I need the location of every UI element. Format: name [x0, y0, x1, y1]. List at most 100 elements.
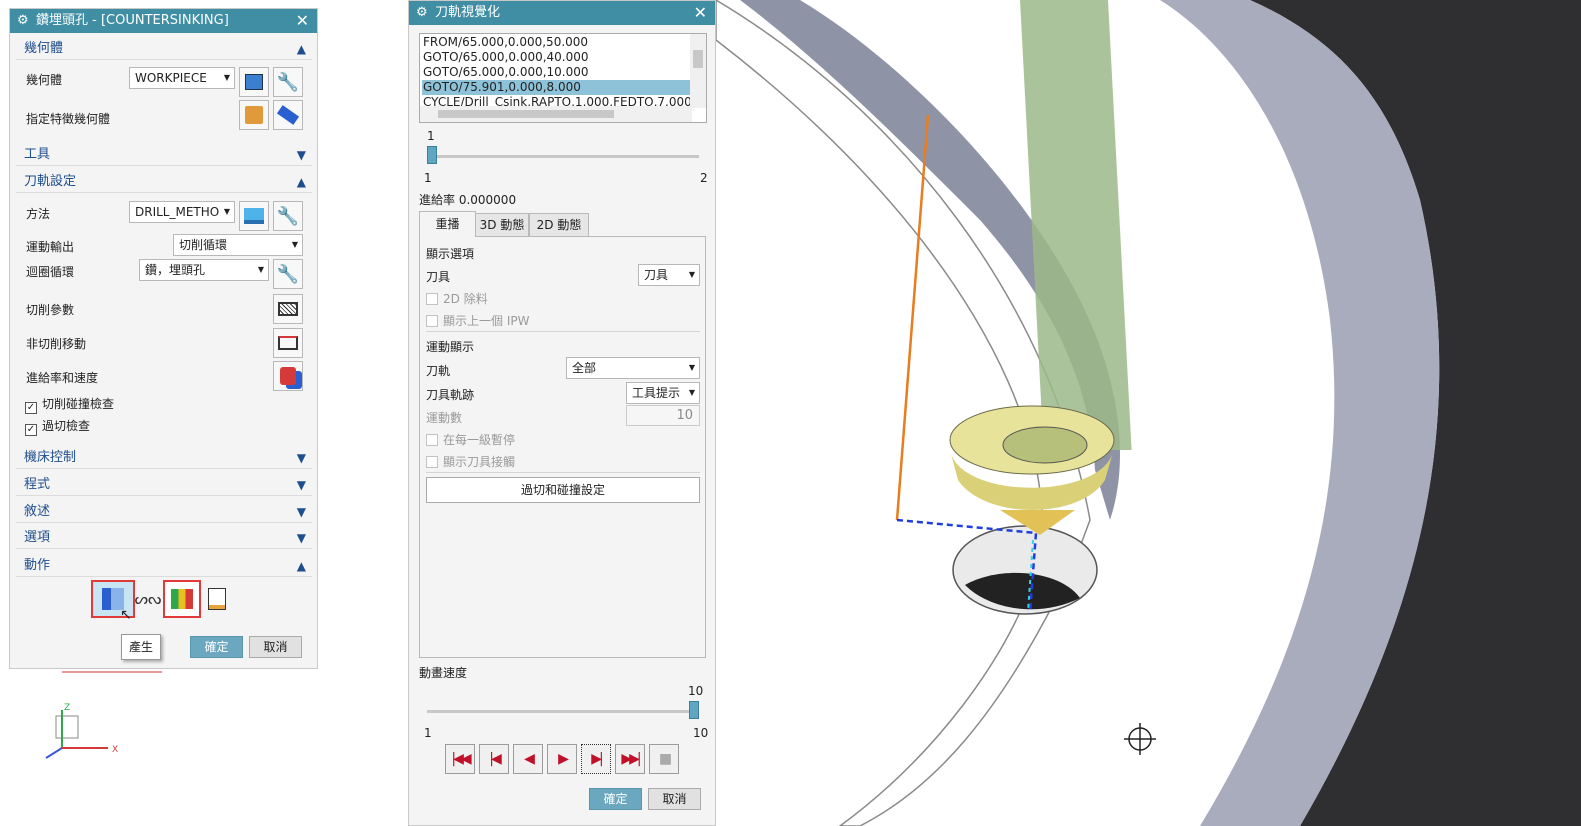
horizontal-scrollbar[interactable] — [420, 106, 692, 122]
tool-display-value: 刀具 — [644, 268, 669, 282]
chevron-up-icon: ▲ — [296, 175, 306, 189]
section-label: 工具 — [24, 147, 51, 162]
section-program[interactable]: 程式 ▼ — [16, 474, 312, 496]
stop-button[interactable]: ■ — [649, 744, 679, 774]
section-tool[interactable]: 工具 ▼ — [16, 144, 312, 166]
position-slider-thumb[interactable] — [427, 146, 437, 164]
scrollbar-thumb[interactable] — [438, 110, 614, 118]
toolpath-line[interactable]: GOTO/65.000,0.000,40.000 — [422, 50, 690, 65]
play-button[interactable]: ▶ — [547, 744, 577, 774]
vertical-scrollbar[interactable] — [690, 34, 706, 108]
toolpath-line[interactable]: FROM/65.000,0.000,50.000 — [422, 35, 690, 50]
animation-speed-heading: 動畫速度 — [419, 666, 468, 680]
scrollbar-thumb[interactable] — [693, 50, 703, 68]
wrench-icon: 🔧 — [276, 205, 300, 227]
tab-3d-dynamic[interactable]: 3D 動態 — [475, 213, 529, 237]
section-options[interactable]: 選項 ▼ — [16, 527, 312, 549]
checkbox-label: 切削碰撞檢查 — [42, 397, 115, 411]
edit-geometry-button[interactable]: 🔧 — [273, 67, 303, 97]
section-label: 選項 — [24, 530, 51, 545]
flashlight-icon — [276, 105, 300, 125]
collision-check-checkbox[interactable]: ✓ 切削碰撞檢查 — [25, 395, 114, 414]
tab-replay[interactable]: 重播 — [419, 211, 476, 237]
tool-trace-value: 工具提示 — [632, 386, 681, 400]
cancel-button[interactable]: 取消 — [249, 636, 302, 658]
dropdown-arrow-icon: ▼ — [257, 265, 264, 274]
motion-count-field[interactable]: 10 — [626, 405, 700, 426]
dialog-title: 刀軌視覺化 — [435, 5, 501, 20]
checkbox-unchecked-icon — [426, 293, 438, 305]
close-icon[interactable]: ✕ — [296, 9, 309, 33]
section-label: 刀軌設定 — [24, 174, 77, 189]
tool-trace-dropdown[interactable]: 工具提示 ▼ — [626, 382, 700, 404]
go-to-end-button[interactable]: ▶▶| — [615, 744, 645, 774]
replay-icon: ᔕᔓ — [134, 590, 162, 608]
list-button[interactable] — [203, 585, 231, 613]
gouge-collision-settings-button[interactable]: 過切和碰撞設定 — [426, 477, 700, 503]
section-label: 程式 — [24, 477, 51, 492]
play-reverse-button[interactable]: ◀ — [513, 744, 543, 774]
feeds-speeds-icon — [280, 367, 296, 385]
ok-button[interactable]: 確定 — [190, 636, 243, 658]
checkbox-unchecked-icon — [426, 456, 438, 468]
speed-max: 10 — [693, 726, 709, 740]
skip-to-start-icon: |◀◀ — [451, 751, 471, 767]
2d-material-removal-checkbox[interactable]: 2D 除料 — [426, 290, 488, 307]
motion-output-value: 切削循環 — [179, 238, 228, 252]
mouse-cursor-icon: ↖ — [120, 607, 132, 623]
pause-each-step-checkbox[interactable]: 在每一級暫停 — [426, 431, 515, 448]
replay-button[interactable]: ᔕᔓ — [134, 585, 162, 613]
method-dropdown[interactable]: DRILL_METHO ▼ — [129, 201, 235, 223]
toolpath-listbox[interactable]: FROM/65.000,0.000,50.000 GOTO/65.000,0.00… — [419, 33, 707, 123]
svg-text:X: X — [112, 745, 118, 755]
feature-geometry-label: 指定特徵幾何體 — [26, 112, 111, 126]
section-machine-control[interactable]: 機床控制 ▼ — [16, 447, 312, 469]
method-label: 方法 — [26, 207, 51, 221]
show-previous-ipw-checkbox[interactable]: 顯示上一個 IPW — [426, 312, 529, 329]
checkbox-label: 在每一級暫停 — [443, 433, 516, 447]
edit-method-button[interactable]: 🔧 — [273, 201, 303, 231]
go-to-start-button[interactable]: |◀◀ — [445, 744, 475, 774]
section-actions[interactable]: 動作 ▲ — [16, 555, 312, 577]
toolpath-lines: FROM/65.000,0.000,50.000 GOTO/65.000,0.00… — [422, 35, 690, 110]
edit-cycle-button[interactable]: 🔧 — [273, 259, 303, 289]
speed-slider-track[interactable] — [427, 710, 699, 713]
verify-button[interactable] — [163, 580, 201, 618]
gouge-check-checkbox[interactable]: ✓ 過切檢查 — [25, 417, 90, 436]
display-geometry-button[interactable] — [239, 67, 269, 97]
step-forward-button[interactable]: ▶| — [581, 744, 611, 774]
toolpath-line[interactable]: GOTO/65.000,0.000,10.000 — [422, 65, 690, 80]
speed-slider-thumb[interactable] — [689, 701, 699, 719]
skip-to-end-icon: ▶▶| — [621, 751, 641, 767]
stop-icon: ■ — [658, 751, 672, 767]
close-icon[interactable]: ✕ — [694, 1, 707, 25]
specify-feature-button[interactable] — [239, 100, 269, 130]
speed-current-value: 10 — [688, 684, 704, 698]
non-cutting-button[interactable] — [273, 328, 303, 358]
motion-output-dropdown[interactable]: 切削循環 ▼ — [173, 234, 303, 256]
cut-params-button[interactable] — [273, 294, 303, 324]
display-feature-button[interactable] — [273, 100, 303, 130]
cancel-button[interactable]: 取消 — [648, 788, 701, 810]
cycle-dropdown[interactable]: 鑽，埋頭孔 ▼ — [139, 259, 269, 281]
tab-2d-dynamic[interactable]: 2D 動態 — [529, 213, 589, 237]
step-back-button[interactable]: |◀ — [479, 744, 509, 774]
new-method-button[interactable] — [239, 201, 269, 231]
tool-display-dropdown[interactable]: 刀具 ▼ — [638, 264, 700, 286]
chevron-down-icon: ▼ — [296, 531, 306, 545]
checkbox-unchecked-icon — [426, 315, 438, 327]
section-description[interactable]: 敘述 ▼ — [16, 501, 312, 523]
section-path-settings[interactable]: 刀軌設定 ▲ — [16, 171, 312, 193]
feeds-speeds-button[interactable] — [273, 361, 303, 391]
feed-rate-readout: 進給率 0.000000 — [419, 193, 517, 207]
path-dropdown[interactable]: 全部 ▼ — [566, 357, 700, 379]
path-value: 全部 — [572, 361, 597, 375]
toolpath-line[interactable]: GOTO/75.901,0.000,8.000 — [422, 80, 690, 95]
geometry-dropdown[interactable]: WORKPIECE ▼ — [129, 67, 235, 89]
section-geometry[interactable]: 幾何體 ▲ — [16, 38, 312, 60]
position-slider-track[interactable] — [427, 155, 699, 158]
ok-button[interactable]: 確定 — [589, 788, 642, 810]
graphics-viewport[interactable] — [716, 0, 1581, 826]
show-tool-contact-checkbox[interactable]: 顯示刀具接觸 — [426, 453, 515, 470]
chevron-up-icon: ▲ — [296, 559, 306, 573]
